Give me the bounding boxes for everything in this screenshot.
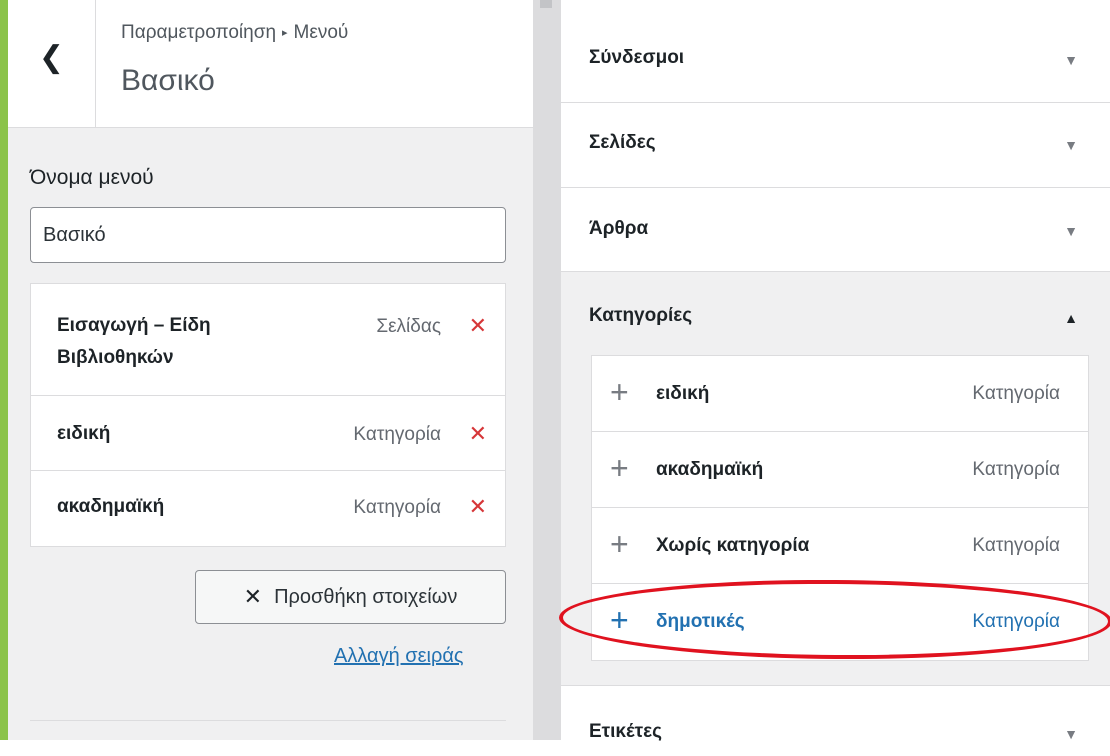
category-item[interactable]: + ειδική Κατηγορία (592, 356, 1088, 432)
category-type: Κατηγορία (972, 611, 1060, 632)
divider (30, 720, 506, 721)
category-item[interactable]: + Χωρίς κατηγορία Κατηγορία (592, 508, 1088, 584)
menu-items-list: Εισαγωγή – Είδη Βιβλιοθηκών Σελίδας ✕ ει… (30, 283, 506, 547)
chevron-up-icon: ▲ (1064, 310, 1078, 326)
plus-icon: + (610, 602, 629, 638)
menu-item-title: ακαδημαϊκή (57, 496, 165, 517)
breadcrumb: Παραμετροποίηση ▸ Μενού (121, 22, 348, 44)
menu-item[interactable]: ακαδημαϊκή Κατηγορία ✕ (31, 471, 505, 546)
back-button[interactable]: ❮ (8, 0, 96, 127)
panel-accent-stripe (0, 0, 8, 740)
menu-item-title: Εισαγωγή – Είδη Βιβλιοθηκών (57, 315, 211, 368)
menu-item[interactable]: ειδική Κατηγορία ✕ (31, 396, 505, 471)
category-item-highlighted[interactable]: + δημοτικές Κατηγορία (592, 584, 1088, 660)
menu-name-label: Όνομα μενού (30, 166, 154, 189)
section-tags[interactable]: Ετικέτες ▼ (561, 686, 1110, 756)
category-title: Χωρίς κατηγορία (656, 535, 810, 556)
chevron-left-icon: ❮ (38, 41, 65, 74)
category-title: δημοτικές (656, 611, 745, 632)
category-item[interactable]: + ακαδημαϊκή Κατηγορία (592, 432, 1088, 508)
plus-icon: + (610, 450, 629, 486)
breadcrumb-parent: Παραμετροποίηση (121, 22, 277, 43)
section-posts[interactable]: Άρθρα ▼ (561, 188, 1110, 272)
close-icon: ✕ (243, 584, 263, 609)
page-title: Βασικό (121, 64, 215, 97)
categories-list: + ειδική Κατηγορία + ακαδημαϊκή Κατηγορί… (591, 355, 1089, 661)
breadcrumb-current: Μενού (293, 22, 349, 43)
menu-item-title: ειδική (57, 423, 111, 444)
section-pages[interactable]: Σελίδες ▼ (561, 103, 1110, 188)
remove-item-icon[interactable]: ✕ (469, 421, 487, 447)
menu-item-type: Κατηγορία (353, 424, 441, 445)
customizer-panel: ❮ Παραμετροποίηση ▸ Μενού Βασικό Όνομα μεν… (0, 0, 533, 740)
section-title: Σύνδεσμοι (589, 47, 685, 68)
panel-header: ❮ Παραμετροποίηση ▸ Μενού Βασικό (8, 0, 533, 128)
category-type: Κατηγορία (972, 535, 1060, 556)
breadcrumb-separator-icon: ▸ (282, 27, 288, 39)
section-links[interactable]: Σύνδεσμοι ▼ (561, 0, 1110, 103)
available-items-panel: Σύνδεσμοι ▼ Σελίδες ▼ Άρθρα ▼ Κατηγορίες… (561, 0, 1110, 756)
menu-item-type: Κατηγορία (353, 497, 441, 518)
category-type: Κατηγορία (972, 383, 1060, 404)
menu-item-type: Σελίδας (376, 316, 441, 337)
section-title: Κατηγορίες (589, 305, 693, 326)
chevron-down-icon: ▼ (1064, 137, 1078, 153)
add-items-button[interactable]: ✕ Προσθήκη στοιχείων (195, 570, 506, 624)
reorder-link[interactable]: Αλλαγή σειράς (334, 645, 464, 668)
scrollbar-handle[interactable] (540, 0, 552, 8)
panel-gutter (533, 0, 561, 740)
plus-icon: + (610, 526, 629, 562)
chevron-down-icon: ▼ (1064, 52, 1078, 68)
plus-icon: + (610, 374, 629, 410)
category-title: ειδική (656, 383, 710, 404)
menu-name-input[interactable] (30, 207, 506, 263)
remove-item-icon[interactable]: ✕ (469, 313, 487, 339)
chevron-down-icon: ▼ (1064, 223, 1078, 239)
section-title: Σελίδες (589, 132, 656, 153)
add-items-label: Προσθήκη στοιχείων (274, 585, 458, 608)
remove-item-icon[interactable]: ✕ (469, 494, 487, 520)
category-type: Κατηγορία (972, 459, 1060, 480)
section-title: Άρθρα (589, 218, 649, 239)
menu-item[interactable]: Εισαγωγή – Είδη Βιβλιοθηκών Σελίδας ✕ (31, 284, 505, 396)
category-title: ακαδημαϊκή (656, 459, 764, 480)
